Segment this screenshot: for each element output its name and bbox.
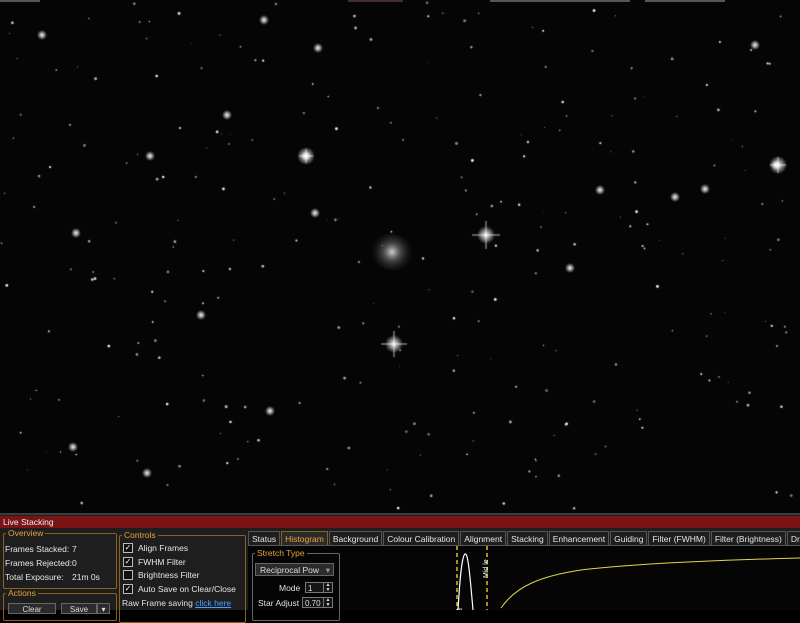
top-strip [348,0,403,2]
fwhm-filter-checkbox[interactable]: ✓ FWHM Filter [123,556,186,568]
frames-rejected-value: 0 [72,558,77,568]
tab-filter-fwhm[interactable]: Filter (FWHM) [648,531,710,545]
fwhm-filter-label: FWHM Filter [138,557,186,567]
stretch-type-select[interactable]: Reciprocal Pow ▾ [255,563,334,576]
histogram-peak [457,553,474,610]
histogram-plot[interactable]: Bl Mid le [341,546,800,610]
clear-button[interactable]: Clear [8,603,56,614]
tab-drift-correction[interactable]: Drift C [786,531,800,545]
mode-stepper[interactable]: 1 ▲ ▼ [305,582,333,593]
save-button[interactable]: Save [61,603,97,614]
tab-filter-brightness[interactable]: Filter (Brightness) [710,531,786,545]
chevron-down-icon: ▾ [325,565,330,575]
tab-stacking[interactable]: Stacking [507,531,548,545]
unchecked-box-icon [123,570,133,580]
brightness-filter-checkbox[interactable]: Brightness Filter [123,569,199,581]
stretch-type-legend: Stretch Type [257,548,305,558]
tab-alignment[interactable]: Alignment [460,531,507,545]
check-icon: ✓ [123,557,133,567]
mode-value: 1 [308,584,313,593]
auto-save-label: Auto Save on Clear/Close [138,584,236,594]
raw-frame-saving-label: Raw Frame saving [122,598,193,608]
top-strip [645,0,725,2]
star-adjust-value: 0.70 [305,599,321,608]
tab-histogram[interactable]: Histogram [281,531,328,545]
mode-label: Mode [279,583,301,593]
stretch-curve [500,557,800,609]
top-strip [490,0,630,2]
align-frames-label: Align Frames [138,543,189,553]
panel-title: Live Stacking [0,516,800,528]
auto-save-checkbox[interactable]: ✓ Auto Save on Clear/Close [123,583,236,595]
brightness-filter-label: Brightness Filter [138,570,200,580]
star-adjust-stepper[interactable]: 0.70 ▲ ▼ [302,597,333,608]
overview-legend: Overview [8,528,44,538]
frames-rejected-label: Frames Rejected: [5,558,73,568]
raw-frame-saving-row: Raw Frame saving click here [122,598,231,608]
check-icon: ✓ [123,543,133,553]
star-field-image [0,0,800,513]
frames-stacked-value: 7 [72,544,77,554]
total-exposure-label: Total Exposure: [5,572,64,582]
check-icon: ✓ [123,584,133,594]
align-frames-checkbox[interactable]: ✓ Align Frames [123,542,188,554]
top-strip [0,0,40,2]
controls-legend: Controls [124,530,156,540]
tab-guiding[interactable]: Guiding [610,531,648,545]
star-adjust-label: Star Adjust [258,598,300,608]
tab-enhancement[interactable]: Enhancement [548,531,610,545]
frames-stacked-label: Frames Stacked: [5,544,70,554]
stretch-type-value: Reciprocal Pow [260,565,320,575]
raw-frame-saving-link[interactable]: click here [195,598,231,608]
tab-background[interactable]: Background [328,531,383,545]
save-dropdown-button[interactable]: ▾ [97,603,110,614]
tab-status[interactable]: Status [248,531,281,545]
total-exposure-value: 21m 0s [72,572,100,582]
actions-legend: Actions [8,588,36,598]
tab-bar: Status Histogram Background Colour Calib… [248,531,800,545]
tab-colour-calibration[interactable]: Colour Calibration [383,531,460,545]
spin-arrows-icon[interactable]: ▲ ▼ [323,598,332,607]
mid-level-label: Mid le [483,559,490,578]
spin-arrows-icon[interactable]: ▲ ▼ [323,583,332,592]
